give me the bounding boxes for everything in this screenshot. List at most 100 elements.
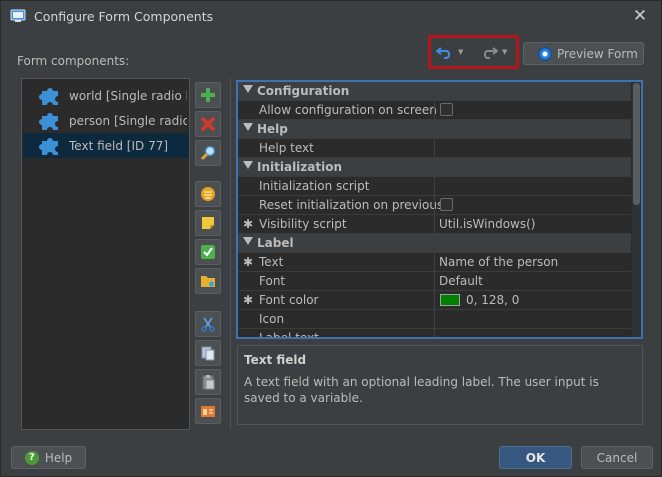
property-row[interactable]: Font Default (238, 272, 631, 291)
collapse-triangle-icon[interactable] (243, 237, 253, 245)
property-row[interactable]: Reset initialization on previous (238, 196, 631, 215)
property-value-cell[interactable] (434, 177, 631, 196)
property-row[interactable]: Allow configuration on screen (238, 101, 631, 120)
layers-icon (201, 187, 215, 201)
properties-scrollbar[interactable] (632, 82, 641, 337)
ok-button[interactable]: OK (499, 446, 572, 469)
note-button[interactable] (195, 210, 221, 236)
cancel-button-label: Cancel (596, 450, 638, 465)
template-icon (201, 406, 215, 417)
template-button[interactable] (195, 398, 221, 424)
collapse-triangle-icon[interactable] (243, 85, 253, 93)
description-title: Text field (244, 353, 307, 367)
panel-divider[interactable] (230, 78, 231, 430)
property-name: Allow configuration on screen (259, 103, 437, 117)
property-value-cell[interactable]: Default (434, 272, 631, 291)
scrollbar-thumb[interactable] (633, 83, 640, 205)
copy-icon (201, 346, 215, 361)
check-button[interactable] (195, 239, 221, 265)
collapse-triangle-icon[interactable] (243, 123, 253, 131)
delete-component-button[interactable] (195, 111, 221, 137)
modified-star-icon: ✱ (243, 293, 254, 307)
redo-icon (483, 47, 498, 59)
category-row[interactable]: Label (238, 234, 631, 253)
undo-dropdown-icon[interactable]: ▼ (458, 48, 463, 56)
magnifier-icon (200, 145, 216, 161)
form-components-list[interactable]: world [Single radio button] person [Sing… (21, 78, 190, 430)
category-row[interactable]: Help (238, 120, 631, 139)
preview-form-button[interactable]: Preview Form (523, 42, 644, 65)
cancel-button[interactable]: Cancel (581, 446, 653, 469)
help-button[interactable]: ? Help (11, 446, 86, 469)
scissors-icon (201, 317, 215, 332)
undo-button[interactable]: ▼ (436, 41, 463, 63)
property-row[interactable]: Help text (238, 139, 631, 158)
cut-button[interactable] (195, 311, 221, 337)
category-row[interactable]: Configuration (238, 82, 631, 101)
property-name: Font (259, 274, 286, 288)
preview-eye-icon (538, 46, 552, 61)
note-icon (202, 217, 214, 229)
folder-icon (201, 276, 215, 287)
property-name: Text (259, 255, 284, 269)
property-value: 0, 128, 0 (466, 293, 520, 307)
inspect-component-button[interactable] (195, 140, 221, 166)
property-row[interactable]: ✱ Visibility script Util.isWindows() (238, 215, 631, 234)
property-value-cell[interactable] (434, 310, 631, 329)
category-label: Label (257, 236, 294, 250)
configure-form-components-dialog: Configure Form Components ✕ Form compone… (0, 0, 662, 477)
list-item[interactable]: person [Single radio button] (23, 108, 189, 133)
group-button[interactable] (195, 181, 221, 207)
property-name: Label text (259, 331, 319, 339)
font-color-swatch[interactable] (440, 294, 460, 306)
property-row[interactable]: ✱ Text Name of the person (238, 253, 631, 272)
property-value-cell[interactable] (434, 329, 631, 337)
window-title: Configure Form Components (34, 9, 214, 24)
properties-table[interactable]: Configuration Allow configuration on scr… (236, 80, 643, 339)
property-row[interactable]: Icon (238, 310, 631, 329)
title-bar: Configure Form Components ✕ (1, 1, 661, 32)
plus-icon (201, 88, 215, 102)
property-name: Icon (259, 312, 285, 326)
close-icon[interactable]: ✕ (629, 5, 651, 27)
preview-form-label: Preview Form (557, 46, 638, 61)
allow-configuration-checkbox[interactable] (440, 103, 453, 116)
property-row[interactable]: ✱ Font color 0, 128, 0 (238, 291, 631, 310)
redo-dropdown-icon[interactable]: ▼ (502, 48, 507, 56)
form-components-label: Form components: (17, 54, 130, 68)
paste-button[interactable] (195, 369, 221, 395)
property-value-cell[interactable] (434, 196, 631, 215)
list-item-label: Text field [ID 77] (69, 138, 169, 153)
description-text: A text field with an optional leading la… (244, 375, 599, 405)
property-value-cell[interactable] (434, 101, 631, 120)
category-label: Configuration (257, 84, 350, 98)
reset-initialization-checkbox[interactable] (440, 198, 453, 211)
undo-icon (436, 47, 451, 59)
property-row[interactable]: Initialization script (238, 177, 631, 196)
category-label: Help (257, 122, 288, 136)
list-item[interactable]: Text field [ID 77] (23, 133, 189, 158)
property-row[interactable]: Label text (238, 329, 631, 339)
property-name: Reset initialization on previous (259, 198, 444, 212)
checkmark-icon (201, 245, 215, 259)
add-component-button[interactable] (195, 82, 221, 108)
delete-x-icon (200, 116, 216, 132)
collapse-triangle-icon[interactable] (243, 161, 253, 169)
list-item[interactable]: world [Single radio button] (23, 83, 189, 108)
monitor-app-icon (10, 9, 26, 22)
redo-button[interactable]: ▼ (480, 41, 507, 63)
property-value-cell[interactable]: 0, 128, 0 (434, 291, 631, 310)
property-value: Util.isWindows() (439, 217, 536, 231)
category-row[interactable]: Initialization (238, 158, 631, 177)
modified-star-icon: ✱ (243, 217, 254, 231)
paste-icon (202, 375, 215, 390)
list-item-label: person [Single radio button] (69, 113, 187, 128)
property-value-cell[interactable]: Util.isWindows() (434, 215, 631, 234)
property-value: Name of the person (439, 255, 559, 269)
folder-button[interactable] (195, 268, 221, 294)
description-panel: Text field A text field with an optional… (237, 345, 643, 425)
property-value-cell[interactable]: Name of the person (434, 253, 631, 272)
copy-button[interactable] (195, 340, 221, 366)
property-value-cell[interactable] (434, 139, 631, 158)
property-name: Visibility script (259, 217, 347, 231)
